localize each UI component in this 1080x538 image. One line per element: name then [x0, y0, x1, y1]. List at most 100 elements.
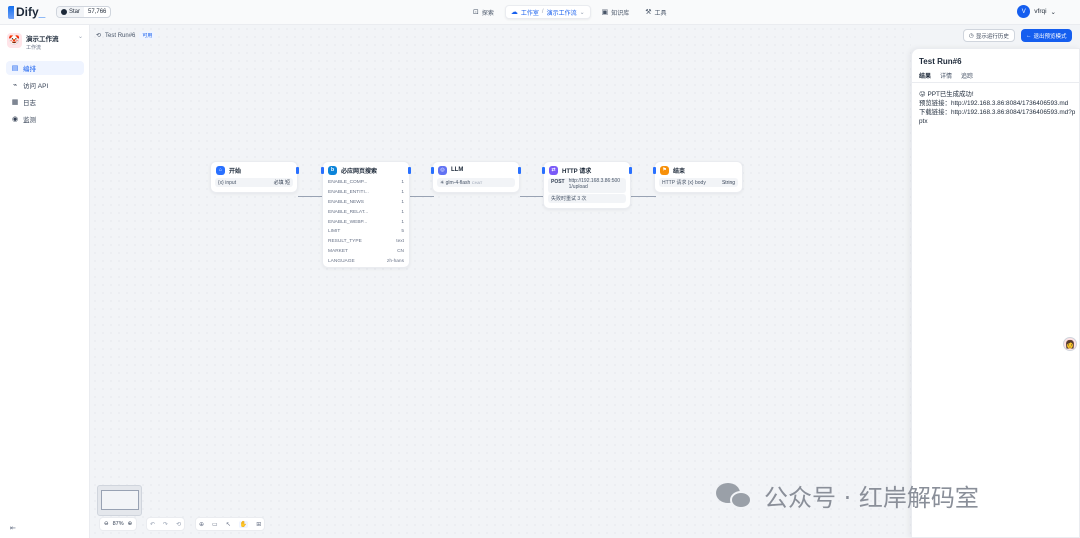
pointer-icon[interactable]: ↖ [226, 521, 231, 528]
user-name: vfrqi [1034, 8, 1047, 15]
http-method: POST [551, 179, 565, 185]
node-output-handle[interactable] [629, 167, 632, 174]
http-url: http://192.168.3.86:5001/upload [568, 178, 621, 190]
nav-current-app[interactable]: 演示工作流 [547, 8, 577, 17]
search-param: LANGUAGE zh-hans [323, 256, 409, 266]
assistant-avatar[interactable]: 👩 [1063, 337, 1077, 351]
add-note-icon[interactable]: ▭ [212, 521, 218, 528]
show-run-history-button[interactable]: ◷ 显示运行历史 [963, 29, 1015, 42]
nav-separator: / [541, 9, 544, 15]
http-url-row: POST http://192.168.3.86:5001/upload [548, 178, 626, 193]
dify-logo[interactable]: Dify _ [8, 5, 45, 19]
search-param-key: ENABLE_NEWS [328, 199, 364, 205]
minimap[interactable] [97, 485, 142, 516]
end-output-row: HTTP 请求 {x} body String [659, 178, 738, 187]
search-param-value: 5 [401, 229, 404, 235]
orchestrate-icon: ▤ [11, 65, 19, 72]
node-bing-search[interactable]: b 必应网页搜索 ENABLE_COMP... 1 ENABLE_ENTITI...… [321, 161, 411, 268]
nav-studio[interactable]: ☁ 工作室 / 演示工作流 ⌄ [504, 5, 591, 19]
sidebar-item-orchestrate[interactable]: ▤ 编排 [6, 61, 84, 75]
canvas-tools: ⊕ ▭ ↖ ✋ ⊞ [195, 517, 266, 531]
nav-tools[interactable]: ⚒ 工具 [640, 5, 671, 19]
search-param: RESULT_TYPE text [323, 237, 409, 247]
tools-icon: ⚒ [645, 9, 652, 16]
top-bar: Dify _ Star 57,766 ⊡ 探索 ☁ 工作室 / 演示工作流 ⌄ ▣ 知识库 ⚒… [0, 0, 1080, 25]
node-end-title: 结束 [673, 168, 686, 175]
zoom-in-icon[interactable]: ⊕ [128, 521, 133, 527]
node-end[interactable]: ⚑ 结束 HTTP 请求 {x} body String [653, 161, 743, 193]
result-line: 预览链接：http://192.168.3.86:8084/1736406593… [919, 100, 1069, 107]
wechat-icon [716, 481, 754, 511]
search-param-value: zh-hans [386, 258, 404, 264]
bing-icon: b [328, 165, 337, 175]
node-input-handle[interactable] [653, 167, 656, 174]
github-star-count: 57,766 [88, 9, 107, 15]
node-input-handle[interactable] [321, 167, 324, 174]
api-icon: ⌁ [12, 82, 18, 89]
start-variable: {x} input [218, 180, 236, 186]
search-param-key: LIMIT [328, 229, 341, 235]
exit-preview-button[interactable]: ← 退出预览模式 [1021, 29, 1072, 42]
search-param-value: CN [397, 248, 404, 254]
user-menu[interactable]: V vfrqi ⌄ [1017, 5, 1056, 18]
nav-explore[interactable]: ⊡ 探索 [468, 5, 499, 19]
version-history-icon[interactable]: ⟲ [176, 521, 181, 528]
explore-icon: ⊡ [473, 9, 479, 16]
clock-icon: ◷ [969, 32, 974, 39]
search-param: ENABLE_COMP... 1 [323, 178, 409, 188]
node-http-request[interactable]: ⇄ HTTP 请求 POST http://192.168.3.86:5001/up… [542, 161, 632, 209]
sidebar-item-label: 日志 [23, 100, 36, 107]
node-llm[interactable]: ◎ LLM ✳ glm-4-flash CHAT [431, 161, 521, 193]
search-param: ENABLE_NEWS 1 [323, 198, 409, 208]
run-result-panel: Test Run#6 结果 详情 追踪 😛 PPT已生成成功! 预览链接：htt… [911, 48, 1080, 538]
chevron-down-icon: ⌄ [1050, 8, 1056, 16]
collapse-sidebar-icon[interactable]: ⇤ [10, 524, 16, 532]
workflow-canvas[interactable]: ⟲ Test Run#6 可用 ⌂ 开始 {x} input 必填 短 b 必应网页搜… [91, 25, 911, 538]
sidebar-item-monitoring[interactable]: ◉ 监测 [6, 112, 84, 126]
node-output-handle[interactable] [296, 167, 299, 174]
zoom-out-icon[interactable]: ⊖ [104, 521, 109, 527]
history-controls: ↶ ↷ ⟲ [146, 517, 186, 531]
undo-icon[interactable]: ↶ [150, 521, 155, 528]
variable-icon: {x} [218, 179, 224, 186]
start-variable-name: input [225, 179, 237, 186]
sidebar-item-logs[interactable]: ▦ 日志 [6, 95, 84, 109]
node-start[interactable]: ⌂ 开始 {x} input 必填 短 [210, 161, 299, 193]
logo-text: Dify [16, 5, 39, 19]
search-param: ENABLE_RELAT... 1 [323, 207, 409, 217]
knowledge-icon: ▣ [601, 9, 609, 16]
zoom-level[interactable]: 87% [113, 521, 124, 527]
run-tag: 可用 [139, 31, 156, 40]
redo-icon[interactable]: ↷ [163, 521, 168, 528]
node-output-handle[interactable] [518, 167, 521, 174]
layout-icon[interactable]: ⊞ [256, 521, 261, 528]
hand-icon[interactable]: ✋ [238, 520, 249, 528]
search-param-key: ENABLE_COMP... [328, 180, 368, 186]
end-icon: ⚑ [660, 165, 669, 175]
github-icon [61, 9, 67, 15]
chevron-down-icon: ⌄ [579, 9, 585, 16]
minimap-viewport[interactable] [101, 490, 139, 510]
app-selector[interactable]: 🤡 演示工作流 工作流 ⌄ [7, 33, 85, 51]
search-param: MARKET CN [323, 247, 409, 257]
start-variable-type: 必填 短 [273, 180, 290, 186]
add-node-icon[interactable]: ⊕ [199, 521, 204, 528]
sidebar-item-label: 访问 API [23, 83, 49, 90]
search-param-value: text [396, 239, 404, 245]
sidebar-item-label: 编排 [23, 66, 36, 73]
github-star-button[interactable]: Star 57,766 [56, 6, 112, 18]
node-output-handle[interactable] [408, 167, 411, 174]
monitor-icon: ◉ [11, 116, 19, 123]
app-type: 工作流 [26, 45, 42, 51]
edge-http-end [631, 196, 656, 197]
search-param-value: 1 [401, 190, 404, 196]
model-icon: ✳ [440, 179, 445, 186]
node-input-handle[interactable] [431, 167, 434, 174]
node-start-title: 开始 [229, 168, 242, 175]
github-star-label-box: Star [57, 7, 85, 17]
sidebar-item-api[interactable]: ⌁ 访问 API [6, 78, 84, 92]
node-start-header: ⌂ 开始 [211, 162, 297, 178]
node-input-handle[interactable] [542, 167, 545, 174]
nav-knowledge[interactable]: ▣ 知识库 [597, 5, 635, 19]
llm-model-name: glm-4-flash [445, 179, 471, 186]
